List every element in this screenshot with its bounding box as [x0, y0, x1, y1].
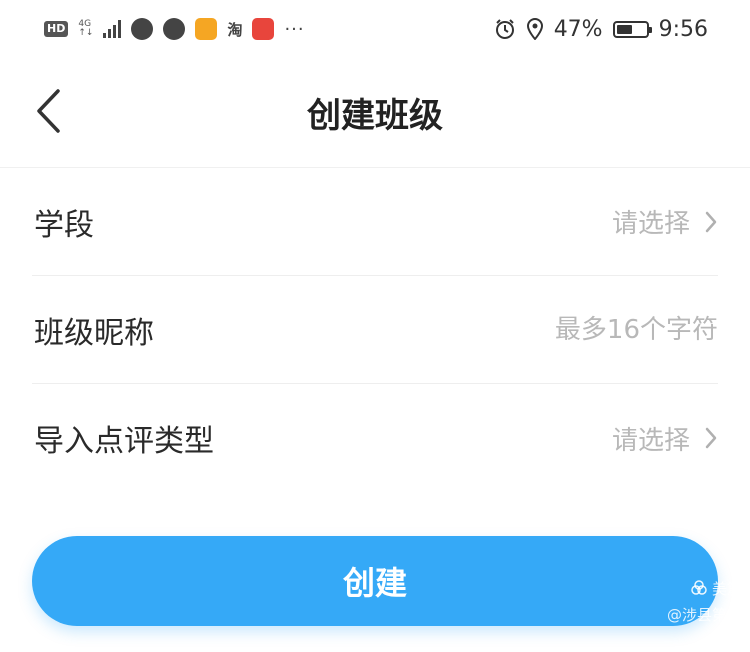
taobao-app-icon: 淘 [227, 20, 243, 39]
clock: 9:56 [658, 16, 708, 42]
video-app-icon [195, 18, 218, 40]
chat-app-icon [131, 18, 154, 40]
create-button[interactable]: 创建 [32, 536, 718, 626]
class-nickname-label: 班级昵称 [34, 315, 154, 351]
battery-fill [616, 24, 632, 34]
comment-type-selector[interactable]: 请选择 [612, 420, 718, 457]
more-notifications-icon: ··· [284, 18, 305, 40]
status-bar-right: 47% 9:56 [494, 17, 708, 42]
school-stage-selector[interactable]: 请选择 [612, 203, 718, 240]
signal-icon [103, 20, 122, 38]
page-title: 创建班级 [307, 96, 443, 136]
class-nickname-row: 班级昵称 [32, 276, 718, 384]
network-activity: ↑↓ [78, 28, 94, 38]
network-indicator: 4G ↑↓ [78, 20, 93, 38]
meipian-logo-icon [691, 580, 707, 595]
status-bar: HD 4G ↑↓ 淘 ··· 47% 9:56 [0, 0, 750, 58]
watermark-author: @涉县第三 [666, 606, 742, 624]
comment-type-row[interactable]: 导入点评类型 请选择 [32, 384, 718, 492]
alarm-icon [495, 19, 514, 39]
chevron-right-icon [705, 427, 717, 449]
battery-icon [612, 20, 652, 38]
status-bar-left: HD 4G ↑↓ 淘 ··· [44, 18, 305, 40]
chevron-right-icon [705, 211, 717, 232]
compass-app-icon [163, 18, 186, 40]
watermark-brand: 美篇 [667, 576, 742, 602]
shopping-app-icon [252, 18, 275, 40]
school-stage-label: 学段 [34, 207, 94, 243]
comment-type-value: 请选择 [611, 425, 690, 456]
school-stage-value: 请选择 [611, 209, 690, 239]
comment-type-label: 导入点评类型 [34, 424, 214, 459]
hd-badge: HD [44, 21, 69, 37]
watermark-brand-text: 美篇 [711, 580, 742, 598]
create-class-form: 学段 请选择 班级昵称 导入点评类型 请选择 [32, 168, 718, 492]
battery-percent: 47% [553, 16, 603, 42]
watermark: 美篇 @涉县第三 [667, 576, 742, 628]
nav-bar: 创建班级 [0, 58, 750, 168]
school-stage-row[interactable]: 学段 请选择 [32, 168, 718, 276]
class-nickname-input[interactable] [418, 314, 718, 345]
location-icon [526, 18, 543, 40]
